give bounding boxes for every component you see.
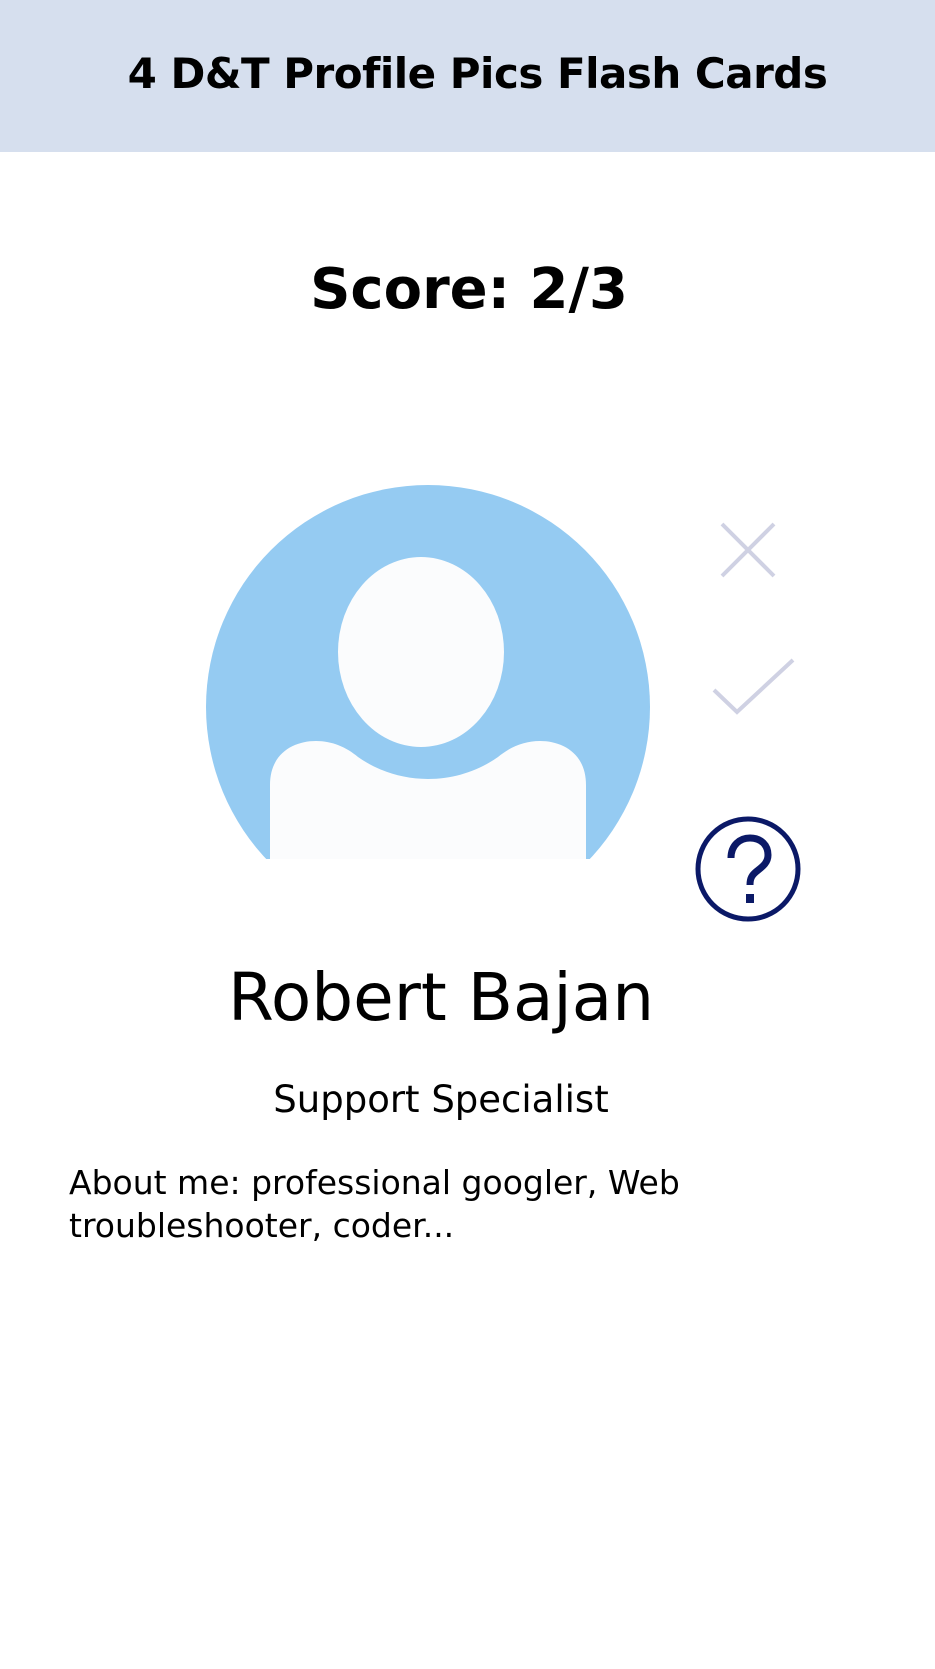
- close-icon[interactable]: [712, 516, 784, 588]
- question-mark-icon[interactable]: [694, 815, 802, 923]
- app-header: 4 D&T Profile Pics Flash Cards: [0, 0, 935, 152]
- about-text: About me: professional googler, Web trou…: [69, 1163, 680, 1245]
- person-name: Robert Bajan: [227, 959, 655, 1036]
- app-title: 4 D&T Profile Pics Flash Cards: [127, 49, 828, 98]
- score-label: Score: 2/3: [310, 257, 628, 322]
- person-placeholder-icon: [206, 485, 650, 929]
- job-title: Support Specialist: [273, 1078, 609, 1121]
- checkmark-icon[interactable]: [709, 652, 797, 722]
